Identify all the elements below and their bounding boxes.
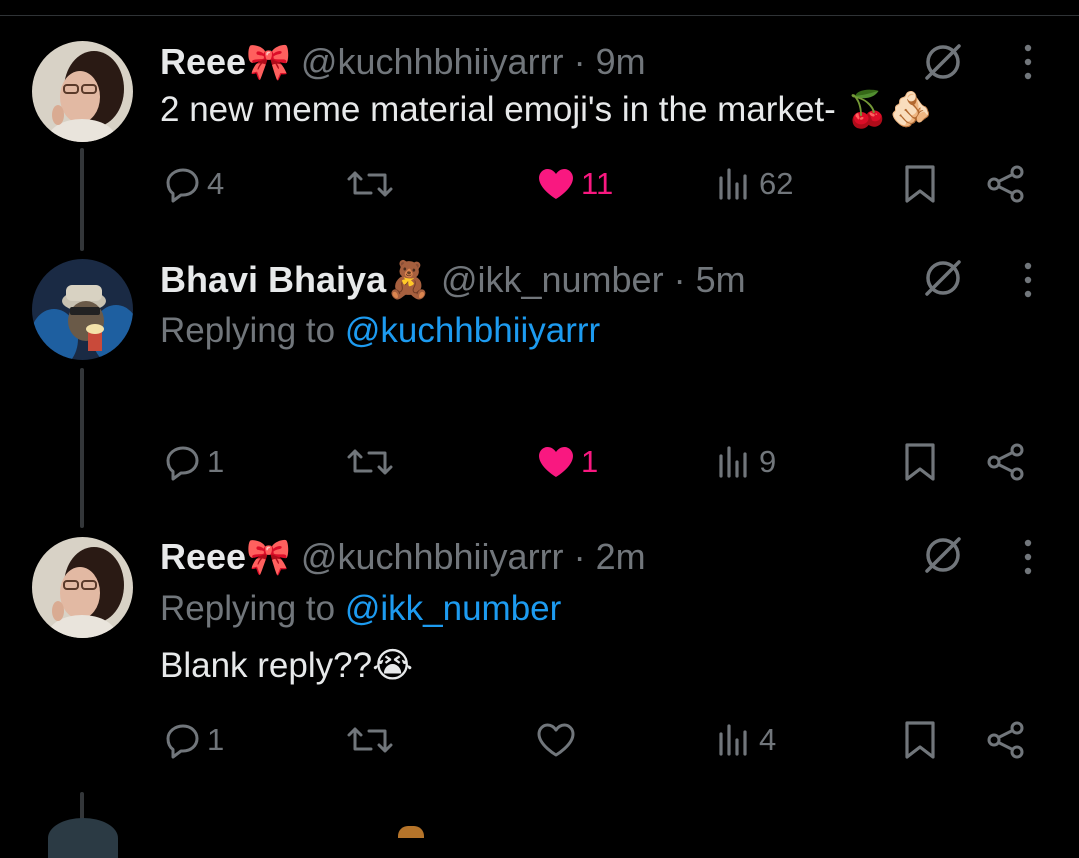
replying-to-handle[interactable]: @kuchhbhiiyarrr	[345, 311, 600, 350]
grok-icon[interactable]	[921, 40, 965, 84]
replying-to: Replying to @ikk_number	[160, 587, 561, 631]
repost-button[interactable]	[345, 159, 399, 209]
more-icon[interactable]	[1016, 258, 1040, 302]
reply-icon	[163, 442, 203, 482]
bookmark-button[interactable]	[900, 715, 940, 765]
repost-icon	[345, 164, 395, 204]
separator-dot: ·	[673, 259, 686, 300]
action-bar: 1 1 9	[0, 437, 1079, 487]
tweet-header: Reee🎀 @kuchhbhiiyarrr · 9m	[160, 40, 646, 85]
reply-button[interactable]: 1	[163, 437, 224, 487]
grok-icon[interactable]	[921, 533, 965, 577]
like-count: 11	[581, 166, 614, 201]
reply-icon	[163, 720, 203, 760]
avatar[interactable]	[48, 818, 118, 858]
avatar[interactable]	[32, 259, 133, 360]
reply-count: 4	[207, 166, 225, 201]
name-emoji: 🧸	[386, 260, 431, 301]
bookmark-icon	[900, 162, 940, 206]
share-icon	[985, 441, 1027, 483]
timestamp[interactable]: 5m	[696, 259, 746, 300]
reply-icon	[163, 164, 203, 204]
avatar[interactable]	[32, 537, 133, 638]
more-icon[interactable]	[1016, 535, 1040, 579]
replying-prefix: Replying to	[160, 589, 336, 628]
bookmark-icon	[900, 440, 940, 484]
timestamp[interactable]: 9m	[596, 41, 646, 82]
share-button[interactable]	[985, 159, 1027, 209]
tweet-text: Blank reply??😭	[160, 646, 413, 685]
views-button[interactable]: 4	[715, 715, 776, 765]
more-icon[interactable]	[1016, 40, 1040, 84]
reply-button[interactable]: 4	[163, 159, 224, 209]
bookmark-button[interactable]	[900, 159, 940, 209]
heart-icon	[535, 442, 577, 482]
heart-icon	[535, 720, 577, 760]
view-count: 4	[759, 722, 777, 757]
tweet-header: Bhavi Bhaiya🧸 @ikk_number · 5m	[160, 258, 746, 303]
tweet[interactable]: Reee🎀 @kuchhbhiiyarrr · 2m Replying to @…	[0, 0, 1079, 759]
like-button[interactable]: 1	[535, 437, 598, 487]
name-emoji-partial	[398, 826, 424, 838]
share-icon	[985, 719, 1027, 761]
bookmark-button[interactable]	[900, 437, 940, 487]
user-handle[interactable]: @kuchhbhiiyarrr	[301, 536, 564, 577]
like-count: 1	[581, 444, 599, 479]
views-icon	[715, 164, 755, 204]
reply-button[interactable]: 1	[163, 715, 224, 765]
separator-dot: ·	[573, 41, 586, 82]
avatar[interactable]	[32, 41, 133, 142]
action-bar: 1 4	[0, 715, 1079, 765]
share-button[interactable]	[985, 437, 1027, 487]
repost-icon	[345, 442, 395, 482]
display-name[interactable]: Reee	[160, 536, 246, 577]
view-count: 9	[759, 444, 777, 479]
views-button[interactable]: 9	[715, 437, 776, 487]
tweet-text: 2 new meme material emoji's in the marke…	[160, 90, 933, 129]
repost-icon	[345, 720, 395, 760]
display-name[interactable]: Bhavi Bhaiya	[160, 259, 386, 300]
heart-icon	[535, 164, 577, 204]
replying-to: Replying to @kuchhbhiiyarrr	[160, 309, 600, 353]
views-button[interactable]: 62	[715, 159, 793, 209]
share-icon	[985, 163, 1027, 205]
separator-dot: ·	[573, 536, 586, 577]
grok-icon[interactable]	[921, 256, 965, 300]
replying-prefix: Replying to	[160, 311, 336, 350]
like-button[interactable]: 11	[535, 159, 613, 209]
tweet-header: Reee🎀 @kuchhbhiiyarrr · 2m	[160, 535, 646, 580]
share-button[interactable]	[985, 715, 1027, 765]
timestamp[interactable]: 2m	[596, 536, 646, 577]
reply-count: 1	[207, 722, 225, 757]
repost-button[interactable]	[345, 437, 399, 487]
like-button[interactable]	[535, 715, 581, 765]
action-bar: 4 11 62	[0, 159, 1079, 209]
views-icon	[715, 720, 755, 760]
bookmark-icon	[900, 718, 940, 762]
name-emoji: 🎀	[246, 537, 291, 578]
reply-count: 1	[207, 444, 225, 479]
user-handle[interactable]: @ikk_number	[441, 259, 664, 300]
replying-to-handle[interactable]: @ikk_number	[345, 589, 561, 628]
view-count: 62	[759, 166, 794, 201]
name-emoji: 🎀	[246, 42, 291, 83]
display-name[interactable]: Reee	[160, 41, 246, 82]
user-handle[interactable]: @kuchhbhiiyarrr	[301, 41, 564, 82]
views-icon	[715, 442, 755, 482]
tweet[interactable]: Reee🎀 @kuchhbhiiyarrr · 9m 2 new meme ma…	[0, 0, 1079, 230]
repost-button[interactable]	[345, 715, 399, 765]
